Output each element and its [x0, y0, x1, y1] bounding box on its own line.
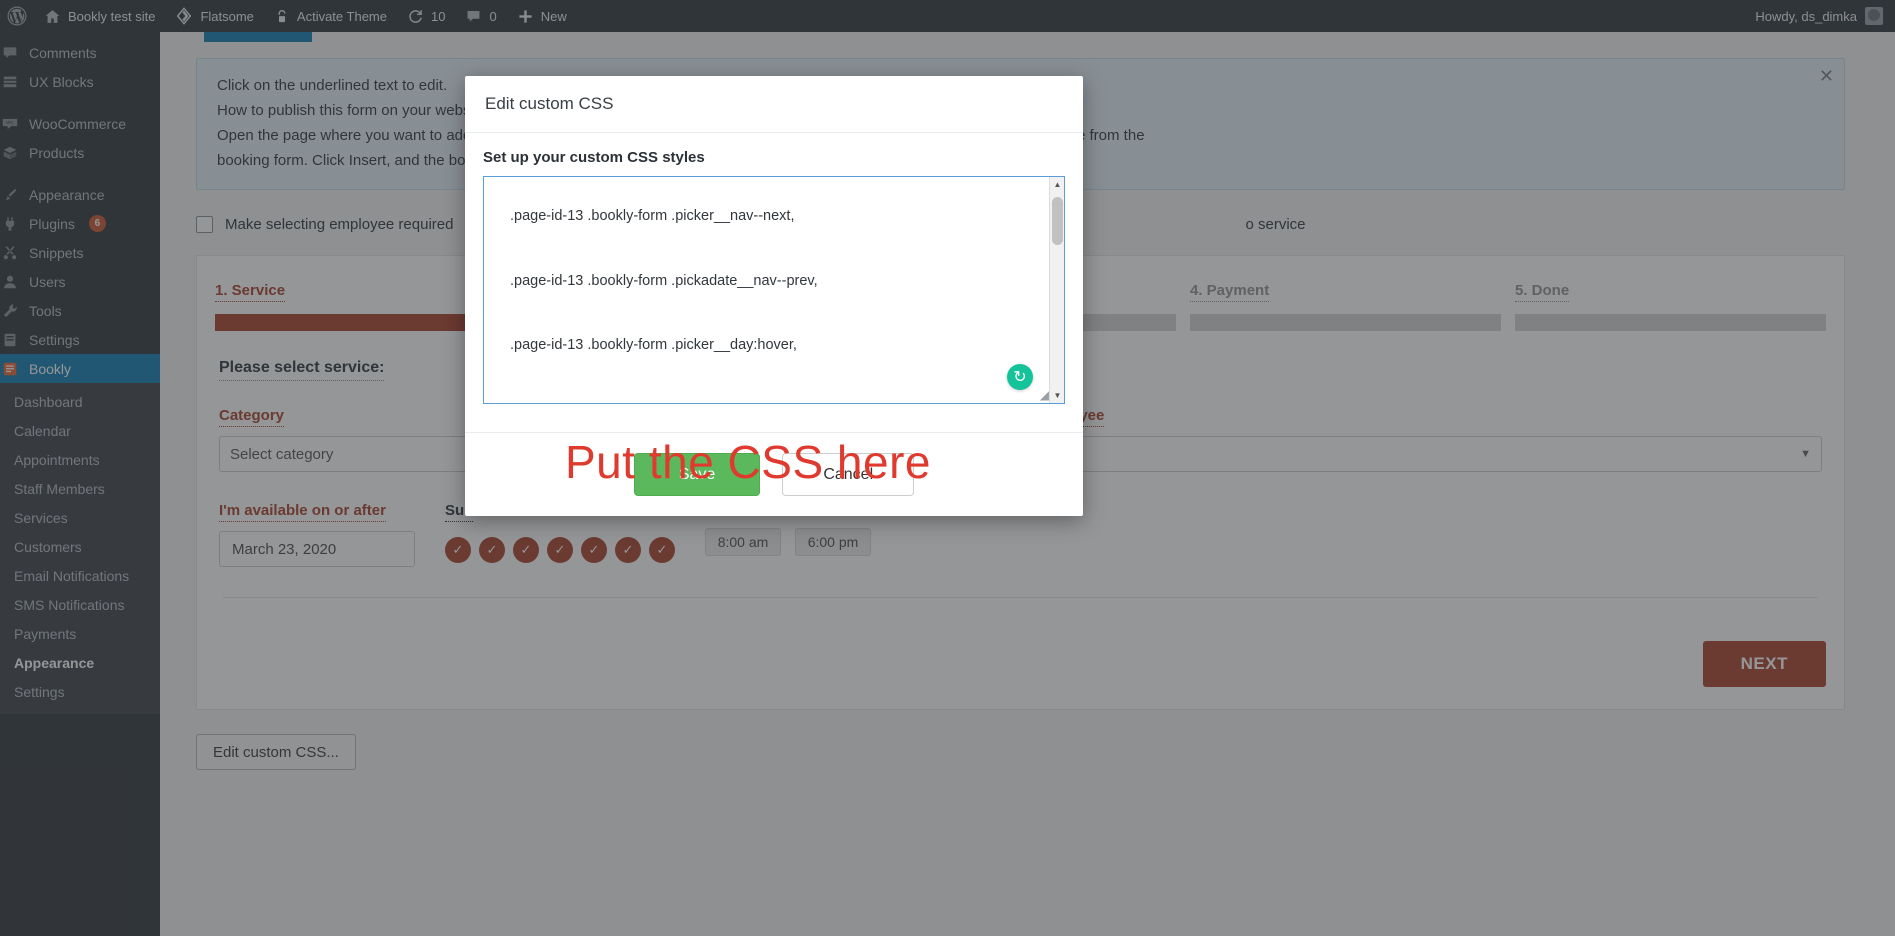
css-textarea-wrap: .page-id-13 .bookly-form .picker__nav--n… [483, 176, 1065, 404]
dialog-header: Edit custom CSS [465, 76, 1083, 133]
css-textarea-content: .page-id-13 .bookly-form .picker__nav--n… [510, 177, 1048, 404]
dialog-body: Set up your custom CSS styles .page-id-1… [465, 133, 1083, 488]
css-line: .page-id-13 .bookly-form .picker__day--s… [510, 400, 1048, 404]
grammarly-icon[interactable]: ↻ [1007, 364, 1033, 390]
scrollbar-thumb[interactable] [1052, 197, 1063, 245]
css-textarea-scrollbar[interactable]: ▲ ▼ [1049, 177, 1064, 403]
dialog-subtitle: Set up your custom CSS styles [483, 149, 705, 166]
css-textarea[interactable]: .page-id-13 .bookly-form .picker__nav--n… [483, 176, 1065, 404]
resize-handle-icon[interactable]: ◢ [1035, 389, 1049, 403]
caret-down-icon[interactable]: ▼ [1050, 388, 1064, 403]
css-line: .page-id-13 .bookly-form .picker__nav--n… [510, 208, 795, 224]
edit-custom-css-dialog: Edit custom CSS Set up your custom CSS s… [465, 76, 1083, 516]
annotation-text: Put the CSS here [565, 436, 931, 488]
caret-up-icon[interactable]: ▲ [1050, 177, 1064, 192]
css-line: .page-id-13 .bookly-form .picker__day:ho… [510, 337, 797, 353]
css-line: .page-id-13 .bookly-form .pickadate__nav… [510, 272, 818, 289]
dialog-title: Edit custom CSS [485, 94, 614, 113]
